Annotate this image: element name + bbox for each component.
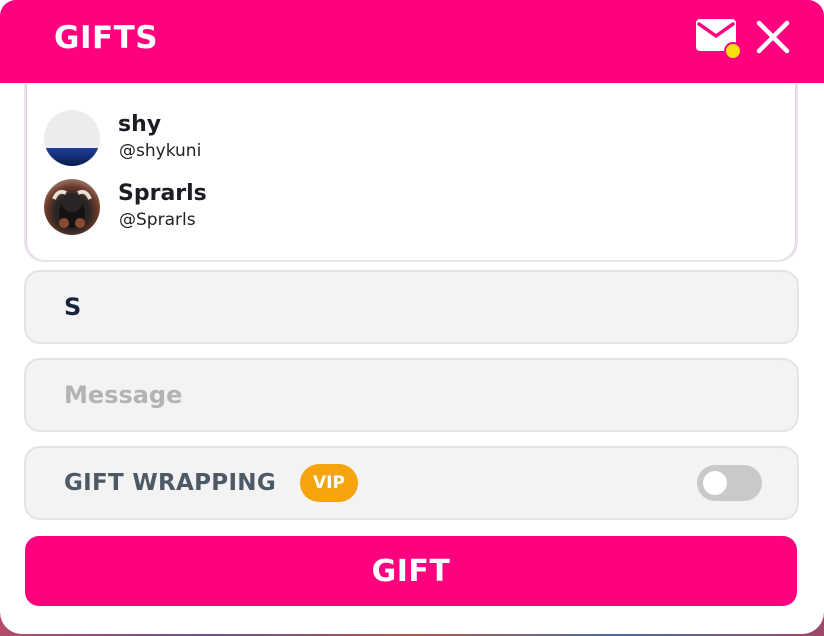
user-suggestion-item[interactable]: Sprarls @Sprarls: [44, 179, 744, 237]
vip-badge: VIP: [300, 464, 358, 502]
gift-wrapping-toggle[interactable]: [697, 465, 762, 501]
message-input[interactable]: [26, 360, 797, 430]
message-field: [24, 358, 799, 432]
user-handle: @Sprarls: [119, 210, 196, 230]
toggle-knob: [703, 471, 727, 495]
close-button[interactable]: [755, 19, 791, 55]
mail-button[interactable]: [695, 18, 745, 62]
gift-wrapping-label: GIFT WRAPPING: [64, 470, 277, 496]
recipient-field: [24, 270, 799, 344]
user-name: Sprarls: [118, 181, 207, 206]
avatar: [44, 179, 100, 235]
user-name: shy: [118, 112, 162, 137]
user-suggestion-item[interactable]: shy @shykuni: [44, 110, 744, 168]
gift-wrapping-row: GIFT WRAPPING VIP: [24, 446, 799, 520]
modal-title: GIFTS: [54, 20, 159, 56]
user-handle: @shykuni: [119, 141, 202, 161]
user-suggestions-dropdown: shy @shykuni Sprarls @Sprarls: [24, 84, 798, 262]
gift-button[interactable]: GIFT: [25, 536, 797, 606]
gifts-modal: GIFTS shy @shykuni Sprarls @Sprarls S Me…: [0, 0, 824, 634]
modal-header: GIFTS: [0, 0, 824, 83]
avatar: [44, 110, 100, 166]
notification-dot: [724, 42, 742, 60]
recipient-input[interactable]: [26, 272, 797, 342]
close-icon: [756, 20, 790, 54]
